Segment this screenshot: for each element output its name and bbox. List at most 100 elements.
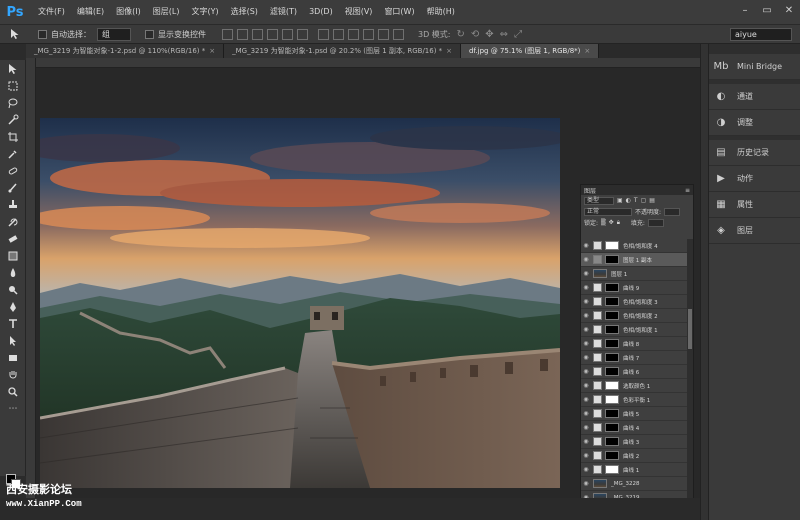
filter-type-icon[interactable]: T	[634, 197, 638, 204]
panel-actions[interactable]: ▶ 动作	[709, 166, 800, 192]
eyedropper-tool-icon[interactable]	[0, 145, 26, 162]
clone-stamp-tool-icon[interactable]	[0, 196, 26, 213]
rotate-3d-icon[interactable]: ↻	[457, 29, 465, 40]
panel-properties[interactable]: ▦ 属性	[709, 192, 800, 218]
brush-tool-icon[interactable]	[0, 179, 26, 196]
marquee-tool-icon[interactable]	[0, 77, 26, 94]
menu-select[interactable]: 选择(S)	[225, 0, 264, 24]
tab-document-3[interactable]: df.jpg @ 75.1% (图层 1, RGB/8*) ×	[461, 44, 600, 58]
layer-row[interactable]: ◉ 曲线 6	[581, 365, 693, 379]
opacity-field[interactable]	[664, 207, 681, 216]
visibility-eye-icon[interactable]: ◉	[581, 256, 591, 263]
lock-position-icon[interactable]: ✥	[609, 219, 614, 226]
visibility-eye-icon[interactable]: ◉	[581, 438, 591, 445]
visibility-eye-icon[interactable]: ◉	[581, 424, 591, 431]
align-vcenter-icon[interactable]	[237, 28, 248, 40]
filter-smart-icon[interactable]: ▤	[649, 197, 655, 204]
history-brush-tool-icon[interactable]	[0, 213, 26, 230]
crop-tool-icon[interactable]	[0, 128, 26, 145]
blur-tool-icon[interactable]	[0, 264, 26, 281]
lock-pixels-icon[interactable]: ▒	[601, 219, 606, 226]
visibility-eye-icon[interactable]: ◉	[581, 466, 591, 473]
filter-adjustment-icon[interactable]: ◐	[626, 197, 631, 204]
layer-row[interactable]: ◉ _MG_3228	[581, 477, 693, 491]
layer-row[interactable]: ◉ 曲线 8	[581, 337, 693, 351]
layer-row[interactable]: ◉ 色相/饱和度 4	[581, 239, 693, 253]
panel-layers[interactable]: ◈ 图层	[709, 218, 800, 244]
rectangle-tool-icon[interactable]	[0, 349, 26, 366]
quick-select-tool-icon[interactable]	[0, 111, 26, 128]
distribute-top-icon[interactable]	[318, 28, 329, 40]
tab-document-2[interactable]: _MG_3219 为智能对象-1.psd @ 20.2% (图层 1 副本, R…	[224, 44, 462, 58]
layer-row[interactable]: ◉ 曲线 5	[581, 407, 693, 421]
layer-row[interactable]: ◉ 色彩平衡 1	[581, 393, 693, 407]
minimize-button[interactable]: –	[734, 0, 756, 20]
menu-layer[interactable]: 图层(L)	[147, 0, 186, 24]
menu-type[interactable]: 文字(Y)	[185, 0, 224, 24]
pen-tool-icon[interactable]	[0, 298, 26, 315]
distribute-left-icon[interactable]	[363, 28, 374, 40]
layer-filter-dropdown[interactable]: 类型	[584, 196, 614, 205]
scale-3d-icon[interactable]: ⤢	[514, 29, 522, 40]
visibility-eye-icon[interactable]: ◉	[581, 480, 591, 487]
auto-select-checkbox[interactable]	[38, 29, 47, 39]
visibility-eye-icon[interactable]: ◉	[581, 298, 591, 305]
layer-row[interactable]: ◉ 选取颜色 1	[581, 379, 693, 393]
layer-row-selected[interactable]: ◉ 图层 1 副本	[581, 253, 693, 267]
layer-row[interactable]: ◉ 曲线 3	[581, 435, 693, 449]
type-tool-icon[interactable]	[0, 315, 26, 332]
filter-pixel-icon[interactable]: ▣	[617, 197, 623, 204]
layer-row[interactable]: ◉ 色相/饱和度 2	[581, 309, 693, 323]
layer-row[interactable]: ◉ 曲线 1	[581, 463, 693, 477]
fill-field[interactable]	[647, 218, 664, 227]
visibility-eye-icon[interactable]: ◉	[581, 326, 591, 333]
visibility-eye-icon[interactable]: ◉	[581, 270, 591, 277]
close-button[interactable]: ✕	[778, 0, 800, 20]
distribute-bottom-icon[interactable]	[348, 28, 359, 40]
menu-view[interactable]: 视图(V)	[339, 0, 379, 24]
blend-mode-dropdown[interactable]: 正常	[584, 207, 632, 216]
visibility-eye-icon[interactable]: ◉	[581, 410, 591, 417]
healing-brush-tool-icon[interactable]	[0, 162, 26, 179]
workspace-dropdown[interactable]: aiyue	[730, 28, 792, 41]
dodge-tool-icon[interactable]	[0, 281, 26, 298]
restore-button[interactable]: ▭	[756, 0, 778, 20]
align-right-icon[interactable]	[297, 28, 308, 40]
layer-row[interactable]: ◉ 曲线 2	[581, 449, 693, 463]
align-bottom-icon[interactable]	[252, 28, 263, 40]
panel-channels[interactable]: ◐ 通道	[709, 84, 800, 110]
dock-collapse-strip[interactable]	[700, 44, 708, 520]
pan-3d-icon[interactable]: ✥	[485, 29, 493, 40]
visibility-eye-icon[interactable]: ◉	[581, 354, 591, 361]
lock-all-icon[interactable]: 🔒︎	[617, 219, 620, 227]
panel-mini-bridge[interactable]: Mb Mini Bridge	[709, 54, 800, 80]
menu-3d[interactable]: 3D(D)	[303, 0, 339, 24]
layer-row[interactable]: ◉ 曲线 4	[581, 421, 693, 435]
lasso-tool-icon[interactable]	[0, 94, 26, 111]
layers-panel-titlebar[interactable]: 图层 ≡	[581, 185, 693, 195]
auto-select-dropdown[interactable]: 组	[97, 27, 131, 41]
dock-header[interactable]	[709, 44, 800, 54]
visibility-eye-icon[interactable]: ◉	[581, 396, 591, 403]
align-left-icon[interactable]	[267, 28, 278, 40]
horizontal-ruler[interactable]	[26, 58, 700, 68]
panel-adjustments[interactable]: ◑ 调整	[709, 110, 800, 136]
layer-row[interactable]: ◉ 曲线 9	[581, 281, 693, 295]
close-tab-icon[interactable]: ×	[209, 47, 215, 55]
layers-scrollbar[interactable]	[687, 239, 693, 505]
menu-filter[interactable]: 滤镜(T)	[264, 0, 303, 24]
distribute-right-icon[interactable]	[393, 28, 404, 40]
visibility-eye-icon[interactable]: ◉	[581, 242, 591, 249]
more-tools-icon[interactable]: ⋯	[0, 400, 26, 417]
visibility-eye-icon[interactable]: ◉	[581, 452, 591, 459]
layer-row[interactable]: ◉ 色相/饱和度 3	[581, 295, 693, 309]
menu-window[interactable]: 窗口(W)	[378, 0, 420, 24]
hand-tool-icon[interactable]	[0, 366, 26, 383]
distribute-vcenter-icon[interactable]	[333, 28, 344, 40]
slide-3d-icon[interactable]: ⇔	[500, 29, 508, 40]
show-transform-checkbox[interactable]	[145, 29, 154, 39]
tab-document-1[interactable]: _MG_3219 为智能对象-1-2.psd @ 110%(RGB/16) * ×	[26, 44, 225, 58]
move-tool-icon[interactable]	[0, 60, 26, 77]
visibility-eye-icon[interactable]: ◉	[581, 284, 591, 291]
visibility-eye-icon[interactable]: ◉	[581, 340, 591, 347]
